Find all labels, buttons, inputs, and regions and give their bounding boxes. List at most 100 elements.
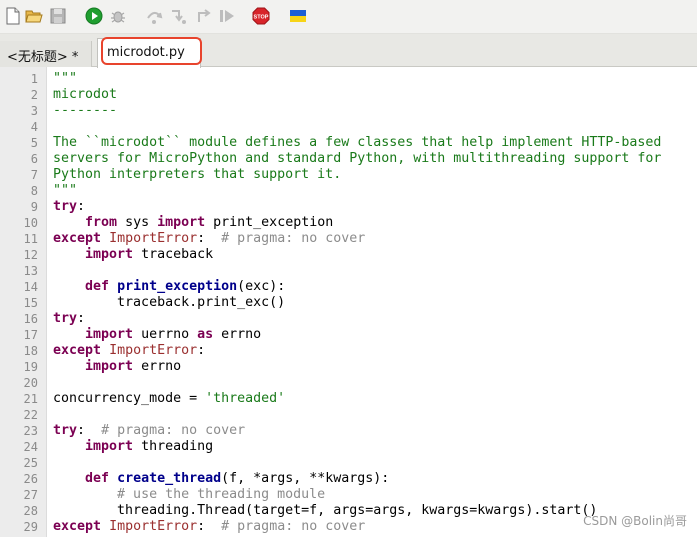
step-into-icon[interactable]	[169, 7, 187, 25]
resume-icon[interactable]	[218, 7, 236, 25]
code-token-keyword: try	[53, 311, 78, 326]
code-token-builtin: ImportError	[109, 231, 198, 246]
code-line[interactable]: 27 # use the threading module	[0, 487, 697, 503]
line-number: 4	[30, 120, 38, 134]
code-line[interactable]: 16 try:	[0, 311, 697, 327]
stop-icon[interactable]: STOP	[252, 7, 270, 25]
code-text: def create_thread(f, *args, **kwargs):	[53, 471, 389, 487]
code-line[interactable]: 5 The ``microdot`` module defines a few c…	[0, 135, 697, 151]
code-token-keyword: import	[157, 215, 206, 230]
code-text: """	[53, 71, 77, 87]
code-token-plain: traceback	[133, 247, 214, 262]
code-token-plain: :	[77, 423, 102, 438]
open-folder-icon[interactable]	[25, 7, 43, 25]
line-number: 5	[30, 136, 38, 150]
code-token-comment: # pragma: no cover	[221, 519, 366, 534]
code-token-comment: # use the threading module	[117, 487, 326, 502]
code-line[interactable]: 10 from sys import print_exception	[0, 215, 697, 231]
code-text: servers for MicroPython and standard Pyt…	[53, 151, 661, 167]
line-number: 14	[23, 280, 38, 294]
code-line[interactable]: 19 import errno	[0, 359, 697, 375]
code-token-keyword: except	[53, 343, 102, 358]
code-token-plain: :	[77, 199, 86, 214]
line-number: 22	[23, 408, 38, 422]
code-token-plain: traceback.print_exc()	[53, 295, 286, 310]
code-line[interactable]: 26 def create_thread(f, *args, **kwargs)…	[0, 471, 697, 487]
code-line[interactable]: 20	[0, 375, 697, 391]
code-line[interactable]: 14 def print_exception(exc):	[0, 279, 697, 295]
code-token-plain: (f, *args, **kwargs):	[221, 471, 390, 486]
code-token-def: create_thread	[117, 471, 222, 486]
tab-microdot[interactable]: microdot.py	[97, 38, 201, 68]
code-editor[interactable]: 1 """ 2 microdot 3 -------- 4 5 The ``microdot``…	[0, 67, 697, 537]
line-number: 20	[23, 376, 38, 390]
step-over-icon[interactable]	[145, 7, 163, 25]
code-text: except ImportError: # pragma: no cover	[53, 231, 365, 247]
code-token-plain: uerrno	[133, 327, 198, 342]
code-text: def print_exception(exc):	[53, 279, 285, 295]
code-token-plain: sys	[117, 215, 158, 230]
step-out-icon[interactable]	[195, 7, 213, 25]
code-line[interactable]: 21 concurrency_mode = 'threaded'	[0, 391, 697, 407]
code-line[interactable]: 2 microdot	[0, 87, 697, 103]
save-icon[interactable]	[49, 7, 67, 25]
stop-icon-label: STOP	[254, 15, 269, 21]
code-token-plain: errno	[213, 327, 262, 342]
code-line[interactable]: 24 import threading	[0, 439, 697, 455]
tab-untitled[interactable]: <无标题> *	[0, 41, 92, 67]
code-token-keyword: def	[85, 279, 110, 294]
code-token-keyword: import	[85, 359, 134, 374]
code-token-def: print_exception	[117, 279, 238, 294]
code-text: --------	[53, 103, 117, 119]
code-line[interactable]: 6 servers for MicroPython and standard Py…	[0, 151, 697, 167]
code-line[interactable]: 15 traceback.print_exc()	[0, 295, 697, 311]
code-line[interactable]: 13	[0, 263, 697, 279]
line-number: 23	[23, 424, 38, 438]
code-line[interactable]: 25	[0, 455, 697, 471]
code-line[interactable]: 8 """	[0, 183, 697, 199]
code-text: from sys import print_exception	[53, 215, 333, 231]
tab-bar: <无标题> * microdot.py	[0, 34, 697, 68]
code-line[interactable]: 11 except ImportError: # pragma: no cover	[0, 231, 697, 247]
code-token-keyword: except	[53, 231, 102, 246]
code-text: threading.Thread(target=f, args=args, kw…	[53, 503, 597, 519]
line-number: 27	[23, 488, 38, 502]
code-token-keyword: try	[53, 423, 78, 438]
line-number: 28	[23, 504, 38, 518]
line-number: 21	[23, 392, 38, 406]
code-line[interactable]: 3 --------	[0, 103, 697, 119]
code-line[interactable]: 22	[0, 407, 697, 423]
code-token-string: Python interpreters that support it.	[53, 167, 342, 182]
code-token-keyword: except	[53, 519, 102, 534]
code-line[interactable]: 7 Python interpreters that support it.	[0, 167, 697, 183]
run-icon[interactable]	[85, 7, 103, 25]
code-line[interactable]: 18 except ImportError:	[0, 343, 697, 359]
new-file-icon[interactable]	[4, 7, 22, 25]
code-text: try: # pragma: no cover	[53, 423, 245, 439]
code-token-string: microdot	[53, 87, 118, 102]
code-token-keyword: as	[197, 327, 214, 342]
line-number: 15	[23, 296, 38, 310]
line-number: 10	[23, 216, 38, 230]
code-token-string: servers for MicroPython and standard Pyt…	[53, 151, 662, 166]
code-text: import uerrno as errno	[53, 327, 261, 343]
code-line[interactable]: 23 try: # pragma: no cover	[0, 423, 697, 439]
line-number: 7	[30, 168, 38, 182]
code-line[interactable]: 17 import uerrno as errno	[0, 327, 697, 343]
watermark: CSDN @Bolin尚哥	[583, 514, 687, 528]
ukraine-flag-icon[interactable]	[289, 7, 307, 25]
code-line[interactable]: 9 try:	[0, 199, 697, 215]
debug-icon[interactable]	[109, 7, 127, 25]
line-number: 19	[23, 360, 38, 374]
line-number: 9	[30, 200, 38, 214]
code-line[interactable]: 1 """	[0, 71, 697, 87]
code-line[interactable]: 12 import traceback	[0, 247, 697, 263]
code-line[interactable]: 4	[0, 119, 697, 135]
